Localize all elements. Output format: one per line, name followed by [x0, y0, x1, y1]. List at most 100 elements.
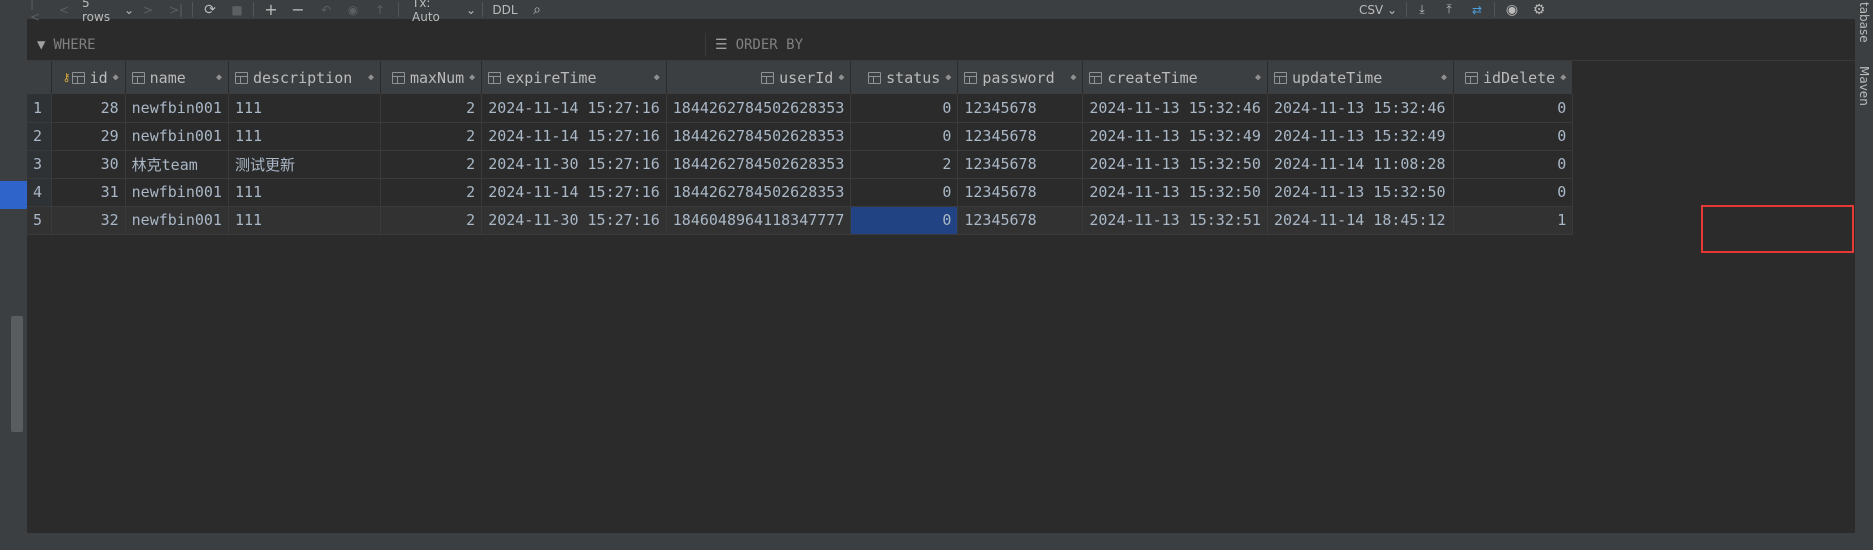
- row-number[interactable]: 5: [27, 206, 52, 235]
- cell-createtime[interactable]: 2024-11-13 15:32:50: [1082, 150, 1268, 179]
- cell-status[interactable]: 0: [850, 178, 959, 207]
- cell-name[interactable]: newfbin001: [125, 206, 229, 235]
- refresh-icon[interactable]: ⟳: [201, 0, 219, 19]
- column-header-description[interactable]: description ◆: [228, 61, 381, 94]
- cell-description[interactable]: 测试更新: [228, 150, 381, 179]
- cell-updatetime[interactable]: 2024-11-13 15:32:49: [1267, 122, 1454, 151]
- sort-icon[interactable]: ◆: [216, 72, 222, 83]
- cell-createtime[interactable]: 2024-11-13 15:32:46: [1082, 94, 1268, 123]
- export-format-dropdown[interactable]: CSV ⌄: [1358, 0, 1398, 19]
- cell-iddelete[interactable]: 0: [1453, 122, 1574, 151]
- row-number[interactable]: 1: [27, 94, 52, 123]
- rows-count-dropdown[interactable]: 5 rows ⌄: [82, 0, 134, 24]
- column-header-expiretime[interactable]: expireTime ◆: [481, 61, 667, 94]
- cell-iddelete[interactable]: 0: [1453, 150, 1574, 179]
- settings-gear-icon[interactable]: ⚙: [1530, 0, 1548, 19]
- sort-icon[interactable]: ◆: [654, 72, 660, 83]
- column-header-id[interactable]: ⚷ id ◆: [51, 61, 126, 94]
- cell-expiretime[interactable]: 2024-11-14 15:27:16: [481, 94, 667, 123]
- database-side-tab[interactable]: tabase: [1857, 2, 1871, 43]
- cell-expiretime[interactable]: 2024-11-30 15:27:16: [481, 206, 667, 235]
- cell-updatetime[interactable]: 2024-11-13 15:32:50: [1267, 178, 1454, 207]
- where-filter[interactable]: ▼ WHERE: [37, 29, 96, 60]
- cell-id[interactable]: 31: [51, 178, 126, 207]
- cell-updatetime[interactable]: 2024-11-13 15:32:46: [1267, 94, 1454, 123]
- cell-expiretime[interactable]: 2024-11-30 15:27:16: [481, 150, 667, 179]
- cell-name[interactable]: newfbin001: [125, 178, 229, 207]
- cell-maxnum[interactable]: 2: [380, 94, 483, 123]
- cell-createtime[interactable]: 2024-11-13 15:32:49: [1082, 122, 1268, 151]
- sort-icon[interactable]: ◆: [1070, 72, 1076, 83]
- column-header-createtime[interactable]: createTime ◆: [1082, 61, 1268, 94]
- cell-userid[interactable]: 1844262784502628353: [666, 150, 852, 179]
- cell-id[interactable]: 29: [51, 122, 126, 151]
- cell-updatetime[interactable]: 2024-11-14 11:08:28: [1267, 150, 1454, 179]
- cell-description[interactable]: 111: [228, 122, 381, 151]
- upload-icon[interactable]: ⤒: [1441, 0, 1457, 19]
- cell-maxnum[interactable]: 2: [380, 178, 483, 207]
- cell-iddelete[interactable]: 0: [1453, 94, 1574, 123]
- cell-password[interactable]: 12345678: [957, 94, 1084, 123]
- cell-userid[interactable]: 1844262784502628353: [666, 178, 852, 207]
- cell-description[interactable]: 111: [228, 206, 381, 235]
- delete-row-icon[interactable]: −: [290, 0, 306, 19]
- cell-password[interactable]: 12345678: [957, 206, 1084, 235]
- cell-userid[interactable]: 1844262784502628353: [666, 122, 852, 151]
- cell-userid[interactable]: 1844262784502628353: [666, 94, 852, 123]
- order-by-filter[interactable]: ☰ ORDER BY: [715, 29, 803, 60]
- preview-changes-icon[interactable]: ◉: [344, 0, 362, 19]
- tx-mode-dropdown[interactable]: Tx: Auto ⌄: [412, 0, 476, 24]
- next-page-icon[interactable]: >: [142, 0, 154, 19]
- cell-password[interactable]: 12345678: [957, 178, 1084, 207]
- sort-icon[interactable]: ◆: [113, 72, 119, 83]
- compare-icon[interactable]: ⇄: [1468, 0, 1486, 19]
- sort-icon[interactable]: ◆: [1441, 72, 1447, 83]
- sort-icon[interactable]: ◆: [469, 72, 475, 83]
- cell-updatetime[interactable]: 2024-11-14 18:45:12: [1267, 206, 1454, 235]
- sort-icon[interactable]: ◆: [1560, 72, 1566, 83]
- view-eye-icon[interactable]: ◉: [1503, 0, 1521, 19]
- cell-id[interactable]: 32: [51, 206, 126, 235]
- prev-page-icon[interactable]: <: [58, 0, 70, 19]
- cell-iddelete[interactable]: 0: [1453, 178, 1574, 207]
- cell-status[interactable]: 0: [850, 122, 959, 151]
- row-number[interactable]: 4: [27, 178, 52, 207]
- cell-expiretime[interactable]: 2024-11-14 15:27:16: [481, 178, 667, 207]
- cell-createtime[interactable]: 2024-11-13 15:32:50: [1082, 178, 1268, 207]
- last-page-icon[interactable]: >|: [168, 0, 184, 19]
- vertical-scrollbar[interactable]: [11, 316, 23, 432]
- cell-name[interactable]: 林克team: [125, 150, 229, 179]
- cell-createtime[interactable]: 2024-11-13 15:32:51: [1082, 206, 1268, 235]
- row-number[interactable]: 3: [27, 150, 52, 179]
- sort-icon[interactable]: ◆: [838, 72, 844, 83]
- sort-icon[interactable]: ◆: [368, 72, 374, 83]
- cell-name[interactable]: newfbin001: [125, 122, 229, 151]
- column-header-maxnum[interactable]: maxNum ◆: [380, 61, 483, 94]
- column-header-name[interactable]: name ◆: [125, 61, 229, 94]
- cell-status[interactable]: 2: [850, 150, 959, 179]
- sort-icon[interactable]: ◆: [1255, 72, 1261, 83]
- cell-userid[interactable]: 1846048964118347777: [666, 206, 852, 235]
- cell-maxnum[interactable]: 2: [380, 122, 483, 151]
- cell-id[interactable]: 30: [51, 150, 126, 179]
- cell-password[interactable]: 12345678: [957, 150, 1084, 179]
- cell-iddelete[interactable]: 1: [1453, 206, 1574, 235]
- column-header-password[interactable]: password ◆: [957, 61, 1084, 94]
- ddl-button[interactable]: DDL: [492, 0, 518, 19]
- download-icon[interactable]: ⤓: [1414, 0, 1430, 19]
- cell-maxnum[interactable]: 2: [380, 206, 483, 235]
- cell-description[interactable]: 111: [228, 178, 381, 207]
- row-number[interactable]: 2: [27, 122, 52, 151]
- cell-name[interactable]: newfbin001: [125, 94, 229, 123]
- revert-icon[interactable]: ↶: [318, 0, 334, 19]
- cell-expiretime[interactable]: 2024-11-14 15:27:16: [481, 122, 667, 151]
- cell-status-selected[interactable]: 0: [850, 206, 959, 235]
- column-header-userid[interactable]: userId ◆: [666, 61, 852, 94]
- column-header-updatetime[interactable]: updateTime ◆: [1267, 61, 1454, 94]
- cell-status[interactable]: 0: [850, 94, 959, 123]
- cell-id[interactable]: 28: [51, 94, 126, 123]
- column-header-status[interactable]: status ◆: [850, 61, 959, 94]
- cell-maxnum[interactable]: 2: [380, 150, 483, 179]
- search-icon[interactable]: ⌕: [528, 0, 546, 19]
- add-row-icon[interactable]: +: [263, 0, 279, 19]
